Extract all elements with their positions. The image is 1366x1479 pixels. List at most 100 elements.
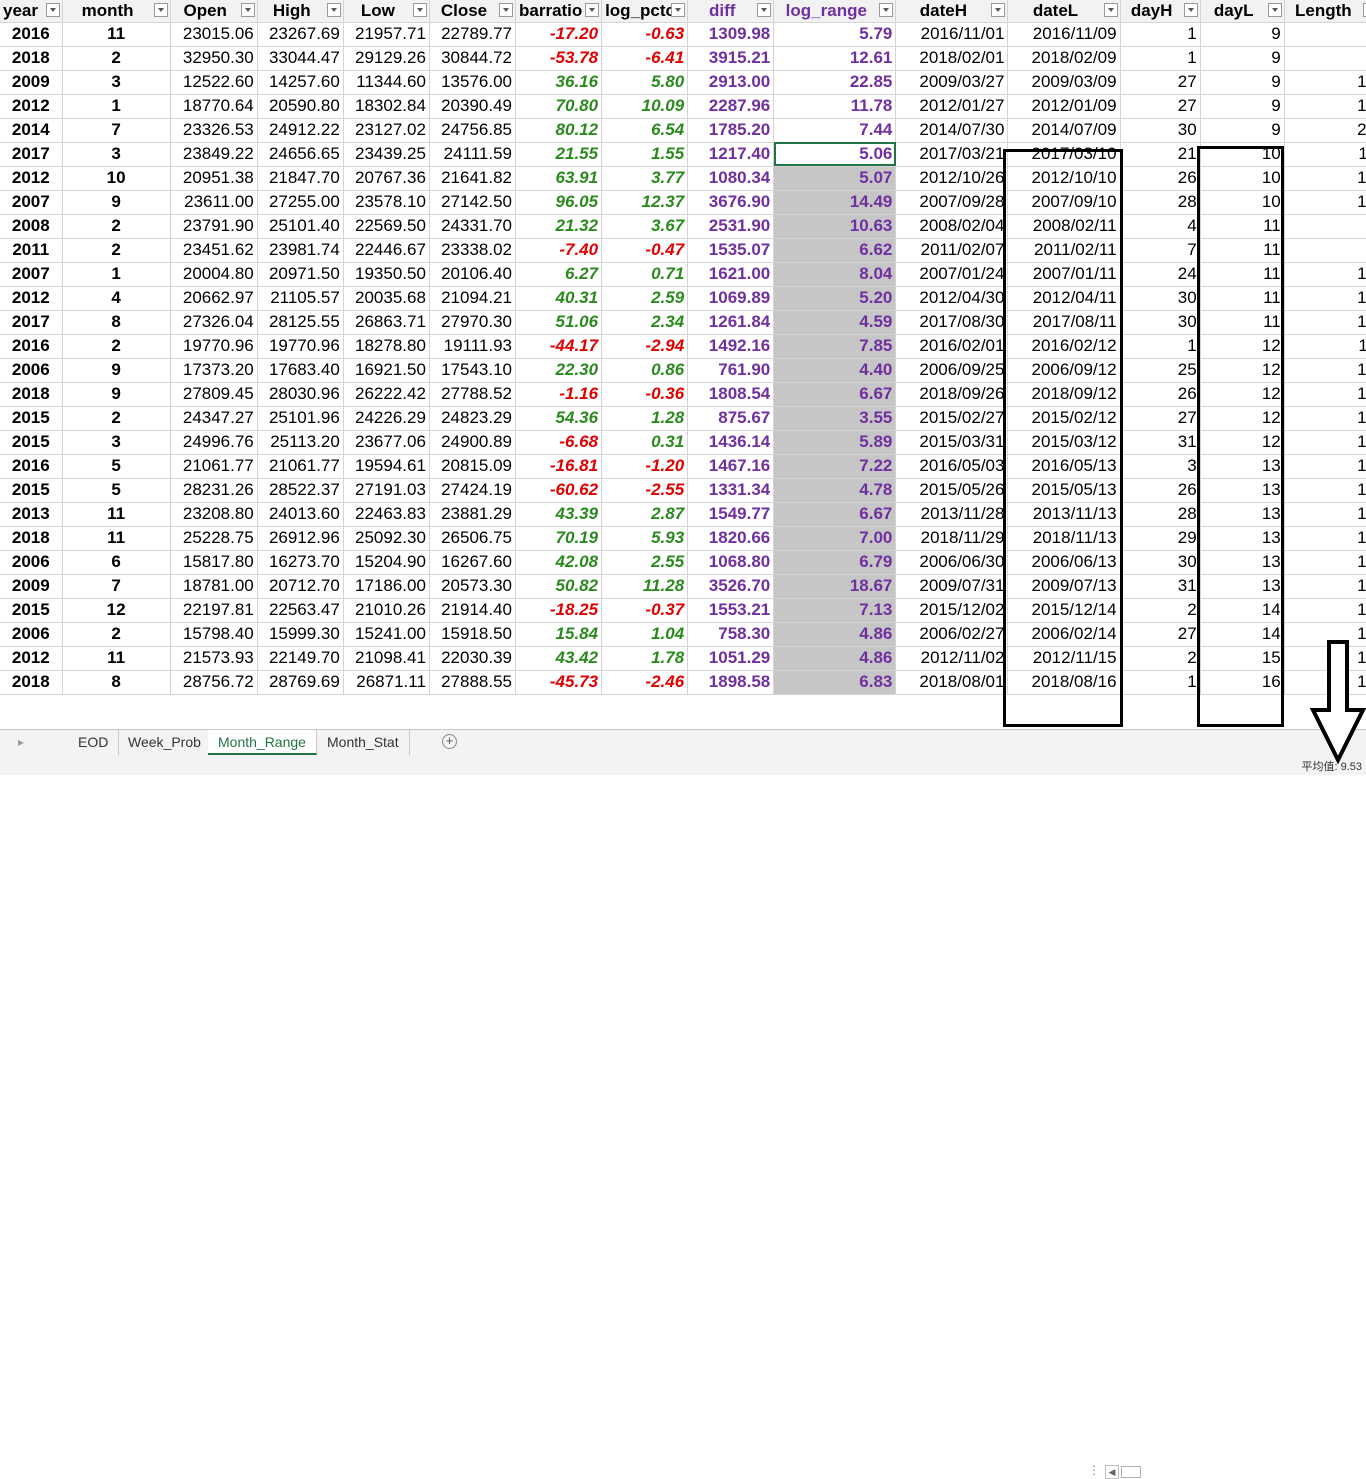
tab-split-handle[interactable]: ⋮	[1088, 1463, 1100, 1477]
cell-high[interactable]: 16273.70	[257, 550, 344, 575]
cell-open[interactable]: 28231.26	[170, 478, 258, 503]
cell-open[interactable]: 32950.30	[170, 46, 258, 71]
cell-open[interactable]: 23791.90	[170, 214, 258, 239]
cell-datel[interactable]: 2007/09/10	[1007, 190, 1121, 215]
cell-diff[interactable]: 875.67	[687, 406, 775, 431]
cell-year[interactable]: 2015	[0, 430, 63, 455]
cell-close[interactable]: 24756.85	[429, 118, 517, 143]
cell-dateh[interactable]: 2015/12/02	[895, 598, 1009, 623]
cell-length[interactable]: 4	[1284, 238, 1366, 263]
cell-year[interactable]: 2013	[0, 502, 63, 527]
cell-high[interactable]: 24656.65	[257, 142, 344, 167]
cell-dateh[interactable]: 2015/02/27	[895, 406, 1009, 431]
cell-close[interactable]: 30844.72	[429, 46, 517, 71]
cell-length[interactable]: 18	[1284, 94, 1366, 119]
cell-dayh[interactable]: 30	[1120, 550, 1201, 575]
column-header-month[interactable]: month	[62, 0, 171, 23]
cell-month[interactable]: 5	[62, 478, 171, 503]
cell-low[interactable]: 19594.61	[343, 454, 430, 479]
cell-datel[interactable]: 2018/09/12	[1007, 382, 1121, 407]
cell-dateh[interactable]: 2015/03/31	[895, 430, 1009, 455]
cell-dateh[interactable]: 2013/11/28	[895, 502, 1009, 527]
cell-open[interactable]: 19770.96	[170, 334, 258, 359]
cell-open[interactable]: 23208.80	[170, 502, 258, 527]
cell-diff[interactable]: 1820.66	[687, 526, 775, 551]
cell-dayl[interactable]: 9	[1200, 118, 1285, 143]
cell-year[interactable]: 2018	[0, 670, 63, 695]
cell-diff[interactable]: 3676.90	[687, 190, 775, 215]
cell-open[interactable]: 21061.77	[170, 454, 258, 479]
cell-month[interactable]: 9	[62, 382, 171, 407]
cell-dayh[interactable]: 28	[1120, 502, 1201, 527]
cell-dateh[interactable]: 2016/11/01	[895, 22, 1009, 47]
filter-dropdown-icon[interactable]	[326, 3, 341, 17]
cell-dayl[interactable]: 9	[1200, 22, 1285, 47]
cell-year[interactable]: 2006	[0, 550, 63, 575]
cell-barratio[interactable]: 6.27	[515, 262, 603, 287]
cell-length[interactable]: 7	[1284, 214, 1366, 239]
cell-low[interactable]: 18278.80	[343, 334, 430, 359]
cell-log-range[interactable]: 6.62	[773, 238, 897, 263]
cell-diff[interactable]: 1467.16	[687, 454, 775, 479]
cell-barratio[interactable]: -1.16	[515, 382, 603, 407]
cell-open[interactable]: 23326.53	[170, 118, 258, 143]
cell-month[interactable]: 2	[62, 46, 171, 71]
cell-log-pctch[interactable]: 1.55	[601, 142, 689, 167]
cell-datel[interactable]: 2016/11/09	[1007, 22, 1121, 47]
cell-open[interactable]: 15798.40	[170, 622, 258, 647]
column-header-log-pctch[interactable]: log_pctch	[601, 0, 689, 23]
cell-close[interactable]: 22030.39	[429, 646, 517, 671]
cell-low[interactable]: 17186.00	[343, 574, 430, 599]
cell-close[interactable]: 20815.09	[429, 454, 517, 479]
cell-dayl[interactable]: 9	[1200, 94, 1285, 119]
cell-log-pctch[interactable]: -1.20	[601, 454, 689, 479]
cell-dayl[interactable]: 10	[1200, 190, 1285, 215]
cell-dayh[interactable]: 25	[1120, 358, 1201, 383]
cell-high[interactable]: 33044.47	[257, 46, 344, 71]
cell-log-range[interactable]: 6.83	[773, 670, 897, 695]
cell-low[interactable]: 23439.25	[343, 142, 430, 167]
cell-log-pctch[interactable]: 1.78	[601, 646, 689, 671]
cell-year[interactable]: 2012	[0, 94, 63, 119]
cell-high[interactable]: 19770.96	[257, 334, 344, 359]
cell-length[interactable]: 13	[1284, 478, 1366, 503]
cell-year[interactable]: 2006	[0, 358, 63, 383]
cell-dayh[interactable]: 31	[1120, 430, 1201, 455]
cell-high[interactable]: 28125.55	[257, 310, 344, 335]
cell-log-pctch[interactable]: 1.28	[601, 406, 689, 431]
cell-high[interactable]: 28769.69	[257, 670, 344, 695]
cell-open[interactable]: 18781.00	[170, 574, 258, 599]
cell-barratio[interactable]: 36.16	[515, 70, 603, 95]
cell-dayl[interactable]: 13	[1200, 454, 1285, 479]
cell-datel[interactable]: 2017/03/10	[1007, 142, 1121, 167]
cell-log-range[interactable]: 7.22	[773, 454, 897, 479]
cell-dateh[interactable]: 2006/06/30	[895, 550, 1009, 575]
column-header-dayl[interactable]: dayL	[1200, 0, 1285, 23]
cell-diff[interactable]: 2531.90	[687, 214, 775, 239]
cell-log-range[interactable]: 6.79	[773, 550, 897, 575]
cell-length[interactable]: 16	[1284, 166, 1366, 191]
cell-barratio[interactable]: 50.82	[515, 574, 603, 599]
cell-dateh[interactable]: 2006/02/27	[895, 622, 1009, 647]
cell-diff[interactable]: 1217.40	[687, 142, 775, 167]
cell-datel[interactable]: 2015/02/12	[1007, 406, 1121, 431]
cell-log-range[interactable]: 12.61	[773, 46, 897, 71]
cell-log-pctch[interactable]: 11.28	[601, 574, 689, 599]
cell-low[interactable]: 26871.11	[343, 670, 430, 695]
cell-length[interactable]: 16	[1284, 526, 1366, 551]
cell-diff[interactable]: 1436.14	[687, 430, 775, 455]
cell-dayl[interactable]: 13	[1200, 550, 1285, 575]
cell-close[interactable]: 23338.02	[429, 238, 517, 263]
filter-dropdown-icon[interactable]	[991, 3, 1006, 17]
cell-log-pctch[interactable]: 0.71	[601, 262, 689, 287]
cell-barratio[interactable]: 80.12	[515, 118, 603, 143]
cell-log-range[interactable]: 5.79	[773, 22, 897, 47]
cell-close[interactable]: 13576.00	[429, 70, 517, 95]
cell-barratio[interactable]: 22.30	[515, 358, 603, 383]
cell-dateh[interactable]: 2012/01/27	[895, 94, 1009, 119]
cell-month[interactable]: 2	[62, 334, 171, 359]
cell-log-range[interactable]: 7.85	[773, 334, 897, 359]
cell-log-pctch[interactable]: 0.31	[601, 430, 689, 455]
cell-length[interactable]: 10	[1284, 454, 1366, 479]
horizontal-scrollbar[interactable]: ◀	[1105, 1465, 1360, 1479]
